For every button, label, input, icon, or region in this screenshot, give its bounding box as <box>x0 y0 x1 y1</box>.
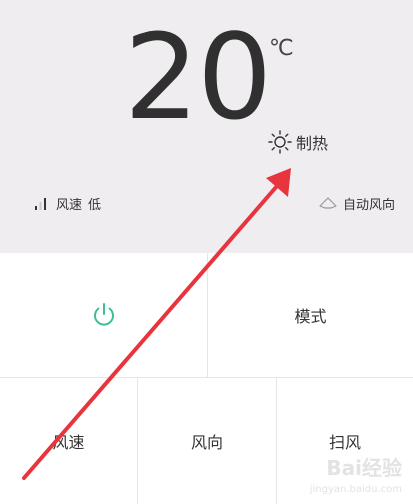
power-button[interactable] <box>0 253 207 377</box>
signal-bars-icon <box>35 198 46 210</box>
swing-label: 自动风向 <box>342 197 395 213</box>
temperature-value: 20 <box>124 8 272 146</box>
watermark-brand: Bai经验 <box>326 456 402 480</box>
swing-indicator: 自动风向 <box>319 192 395 214</box>
mode-label: 制热 <box>296 134 329 153</box>
sun-icon <box>268 130 292 154</box>
mode-button-label: 模式 <box>294 307 327 326</box>
direction-button[interactable]: 风向 <box>138 378 276 504</box>
mode-button[interactable]: 模式 <box>208 253 413 377</box>
fan-speed-label: 风速 <box>56 197 83 213</box>
fan-speed-value: 低 <box>88 197 102 213</box>
mode-indicator: 制热 <box>266 126 328 158</box>
watermark-url: jingyan.baidu.com <box>309 484 402 495</box>
watermark: Bai经验 jingyan.baidu.com <box>300 448 410 502</box>
wind-direction-icon <box>319 197 337 209</box>
power-icon <box>93 303 114 326</box>
temperature-unit: ℃ <box>269 36 294 61</box>
direction-button-label: 风向 <box>190 433 223 452</box>
status-panel: 20 ℃ 制热 风速 低 自动风向 <box>0 0 413 253</box>
fan-speed-indicator: 风速 低 <box>34 192 101 214</box>
fan-speed-button-label: 风速 <box>52 433 85 452</box>
fan-speed-button[interactable]: 风速 <box>0 378 137 504</box>
